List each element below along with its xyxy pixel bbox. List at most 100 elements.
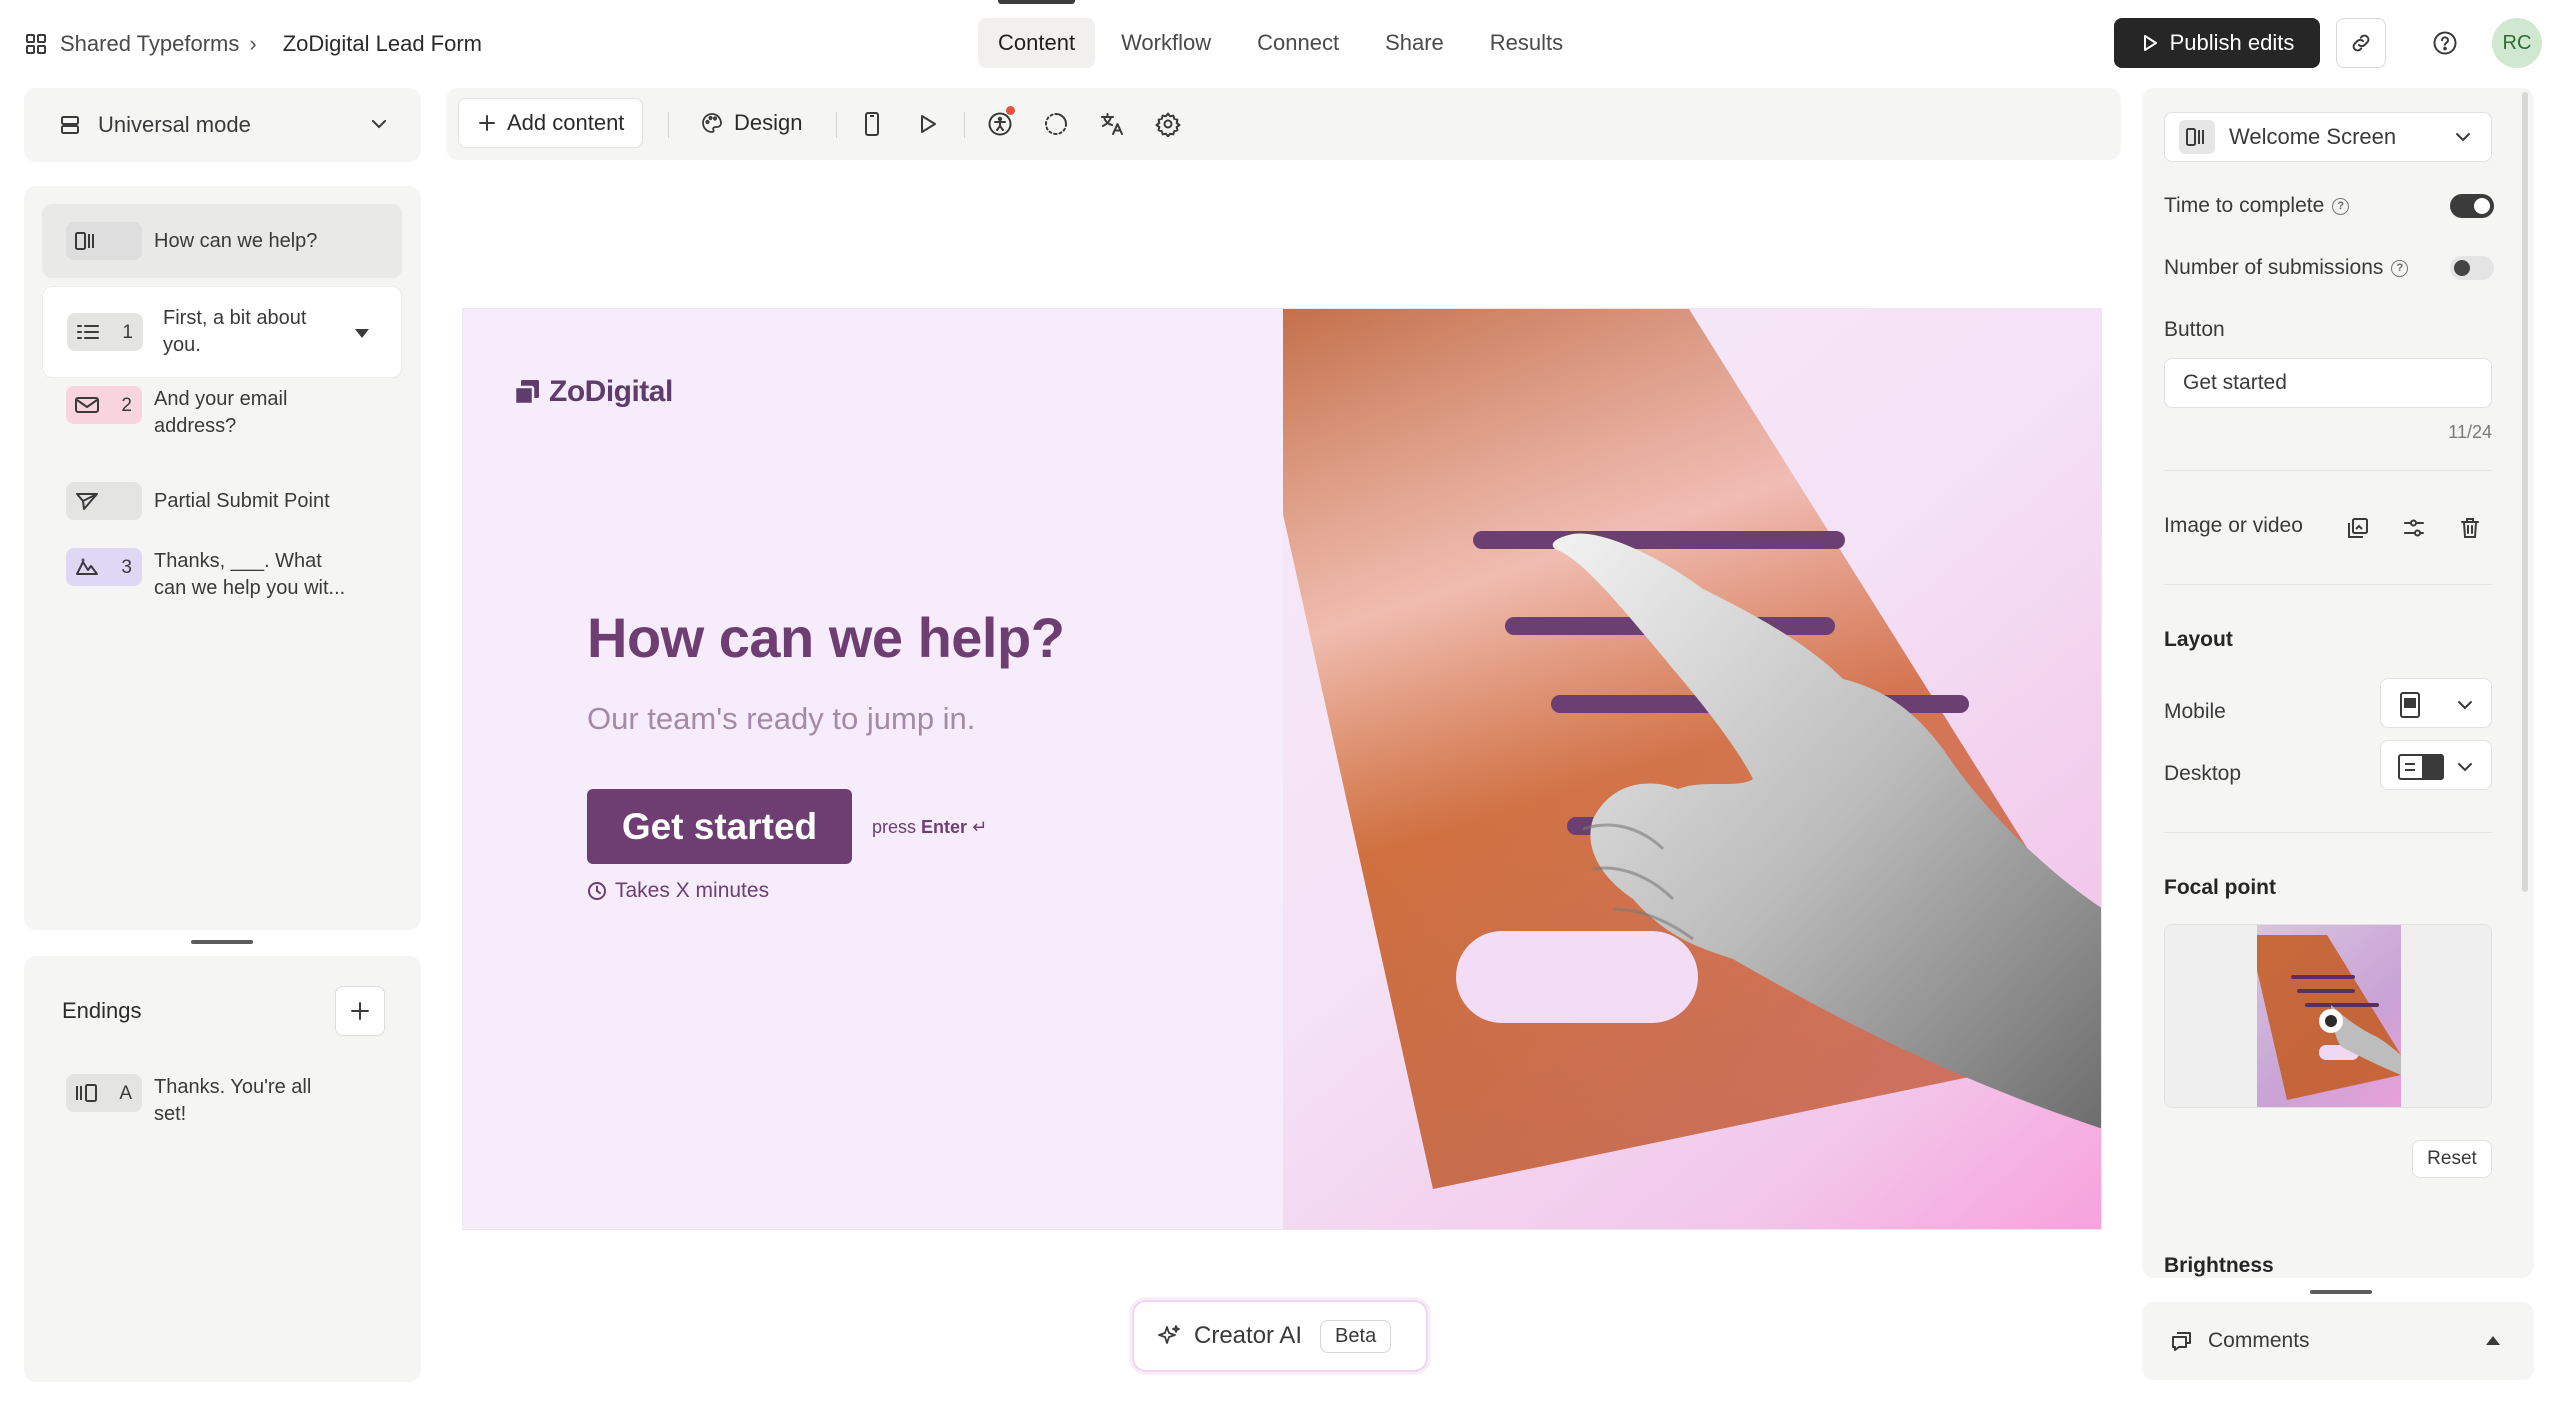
replace-image-icon (2346, 516, 2370, 540)
question-number: 1 (122, 321, 133, 343)
ending-item-a[interactable]: A Thanks. You're all set! (42, 1074, 402, 1144)
welcome-screen-icon (2179, 120, 2215, 154)
loading-settings-button[interactable] (1040, 108, 1072, 140)
ending-badge: A (66, 1074, 142, 1112)
mobile-preview-button[interactable] (856, 108, 888, 140)
reset-focal-point-button[interactable]: Reset (2412, 1140, 2492, 1178)
editor-toolbar: Add content Design (446, 88, 2121, 160)
toolbar-divider (964, 112, 965, 138)
welcome-headline[interactable]: How can we help? (587, 605, 1065, 670)
screen-type-selector[interactable]: Welcome Screen (2164, 112, 2492, 162)
accessibility-button[interactable] (984, 106, 1016, 140)
beta-badge: Beta (1320, 1319, 1392, 1353)
long-text-icon (74, 556, 100, 578)
add-ending-button[interactable] (335, 986, 385, 1036)
mobile-layout-thumbnail-icon (2397, 691, 2423, 719)
section-divider (2164, 832, 2492, 833)
button-setting-label: Button (2164, 318, 2225, 341)
desktop-layout-label: Desktop (2164, 762, 2242, 785)
info-icon[interactable]: ? (2391, 259, 2409, 277)
mode-selector[interactable]: Universal mode (24, 88, 421, 162)
user-avatar[interactable]: RC (2492, 18, 2542, 68)
form-settings-button[interactable] (1152, 108, 1184, 140)
gear-icon (1155, 111, 1181, 137)
number-of-submissions-toggle[interactable] (2450, 256, 2494, 280)
toolbar-divider (836, 112, 837, 138)
creator-ai-button[interactable]: Creator AI Beta (1132, 1300, 1428, 1372)
play-icon (916, 112, 940, 136)
section-divider (2164, 584, 2492, 585)
copy-link-button[interactable] (2336, 18, 2386, 68)
apps-grid-icon[interactable] (24, 32, 48, 56)
welcome-screen-image[interactable] (1283, 309, 2101, 1229)
desktop-layout-selector[interactable] (2380, 740, 2492, 790)
translate-button[interactable] (1096, 108, 1128, 140)
chevron-down-icon (369, 114, 389, 134)
button-char-counter: 11/24 (2448, 422, 2492, 442)
comments-label: Comments (2208, 1329, 2310, 1352)
question-badge: 3 (66, 548, 142, 586)
question-item-welcome[interactable]: How can we help? (42, 204, 402, 278)
image-or-video-label: Image or video (2164, 514, 2303, 537)
question-text: And your email address? (154, 388, 288, 437)
caret-down-icon[interactable] (355, 329, 369, 338)
comments-panel-toggle[interactable]: Comments (2142, 1302, 2534, 1380)
time-to-complete-label: Takes X minutes (587, 879, 769, 903)
question-text: Partial Submit Point (154, 489, 330, 512)
design-button[interactable]: Design (682, 98, 820, 148)
welcome-subheadline[interactable]: Our team's ready to jump in. (587, 701, 975, 737)
question-badge (66, 482, 142, 520)
adjust-media-button[interactable] (2398, 512, 2430, 544)
replace-media-button[interactable] (2342, 512, 2374, 544)
add-content-label: Add content (507, 110, 625, 135)
info-icon[interactable]: ? (2332, 197, 2350, 215)
breadcrumb-form-name[interactable]: ZoDigital Lead Form (283, 31, 482, 57)
get-started-button[interactable]: Get started (587, 789, 852, 864)
delete-media-button[interactable] (2454, 512, 2486, 544)
tab-workflow[interactable]: Workflow (1101, 18, 1231, 68)
mobile-device-icon (863, 111, 881, 137)
breadcrumb-workspace[interactable]: Shared Typeforms (60, 31, 239, 57)
focal-point-handle[interactable] (2319, 1009, 2343, 1033)
question-badge (66, 222, 142, 260)
settings-panel: Welcome Screen Time to complete ? Number… (2142, 88, 2534, 1278)
publish-edits-button[interactable]: Publish edits (2114, 18, 2320, 68)
brand-logo: ZoDigital (513, 375, 673, 409)
mobile-layout-label: Mobile (2164, 700, 2226, 723)
question-item-3[interactable]: 3 Thanks, ___. What can we help you wit.… (42, 548, 402, 618)
question-item-partial-submit[interactable]: Partial Submit Point (42, 476, 402, 526)
press-enter-hint: press Enter ↵ (872, 817, 987, 838)
question-text: Thanks, ___. What can we help you wit... (154, 550, 346, 599)
sparkle-icon (1156, 1323, 1182, 1349)
question-number: 2 (121, 394, 132, 416)
welcome-screen-icon (74, 230, 100, 252)
zodigital-logo-icon (513, 378, 541, 406)
mode-selector-label: Universal mode (98, 112, 251, 137)
publish-edits-label: Publish edits (2169, 30, 2295, 55)
tab-share[interactable]: Share (1365, 18, 1464, 68)
tab-content[interactable]: Content (978, 0, 1096, 68)
question-item-1[interactable]: 1 First, a bit about you. (42, 286, 402, 378)
sidebar-resize-handle[interactable] (191, 940, 253, 944)
tab-results[interactable]: Results (1470, 18, 1583, 68)
mobile-layout-selector[interactable] (2380, 678, 2492, 728)
focal-point-title: Focal point (2164, 876, 2276, 899)
ending-letter: A (119, 1082, 132, 1104)
time-to-complete-toggle[interactable] (2450, 194, 2494, 218)
form-preview-canvas[interactable]: ZoDigital How can we help? Our team's re… (462, 308, 2102, 1230)
ending-text: Thanks. You're all set! (154, 1076, 312, 1125)
preview-play-button[interactable] (912, 108, 944, 140)
settings-scrollbar[interactable] (2522, 92, 2528, 892)
creator-ai-label: Creator AI (1194, 1322, 1303, 1349)
button-text-input[interactable] (2164, 358, 2492, 408)
number-of-submissions-label: Number of submissions (2164, 256, 2384, 279)
tab-connect[interactable]: Connect (1237, 18, 1359, 68)
focal-point-picker[interactable] (2164, 924, 2492, 1108)
focal-point-thumbnail (2257, 925, 2401, 1107)
help-button[interactable] (2426, 24, 2464, 62)
add-content-button[interactable]: Add content (458, 98, 644, 148)
comments-resize-handle[interactable] (2310, 1290, 2372, 1294)
question-item-2[interactable]: 2 And your email address? (42, 382, 402, 452)
layers-icon (58, 113, 82, 137)
section-divider (2164, 470, 2492, 471)
